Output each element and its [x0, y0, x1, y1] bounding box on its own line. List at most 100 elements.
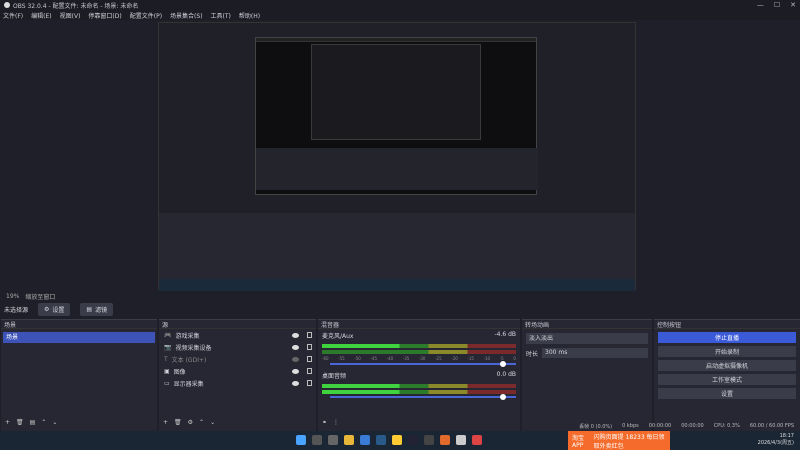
lock-icon[interactable] — [307, 344, 312, 350]
studio-mode-button[interactable]: 工作室模式 — [658, 374, 796, 385]
eye-icon[interactable] — [292, 332, 299, 338]
channel-db: 0.0 dB — [496, 371, 516, 378]
controls-title: 控制按钮 — [657, 321, 682, 329]
filter-icon: ▤ — [86, 305, 93, 313]
promo-brand: 淘宝APP — [572, 434, 585, 449]
volume-meter — [322, 390, 516, 394]
sources-dock: 源 🎮 游戏采集 📷 视频采集设备 T 文本 (GDI+) ▣ 图像 ▭ 显示器采集 + … — [159, 319, 316, 431]
start-icon[interactable] — [296, 435, 306, 445]
channel-db: -4.6 dB — [494, 331, 516, 338]
tick-label: -20 — [451, 356, 458, 361]
tick-label: -10 — [483, 356, 491, 361]
taskview-icon[interactable] — [328, 435, 338, 445]
source-row[interactable]: ▭ 显示器采集 — [159, 377, 316, 389]
menu-profile[interactable]: 配置文件(P) — [130, 11, 162, 20]
system-tray[interactable]: 18:17 2026/4/3(周五) — [758, 433, 794, 447]
eye-icon[interactable] — [292, 356, 299, 362]
tick-label: -15 — [467, 356, 474, 361]
text-icon: T — [164, 355, 168, 363]
close-button[interactable]: ✕ — [790, 1, 796, 9]
source-name: 游戏采集 — [175, 332, 200, 340]
dropped-frames: 丢帧 0 (0.0%) — [579, 423, 613, 430]
zoom-value[interactable]: 19% — [6, 293, 19, 300]
search-icon[interactable] — [312, 435, 322, 445]
nested-menu — [256, 38, 536, 42]
source-name: 视频采集设备 — [175, 344, 212, 352]
volume-meter — [322, 344, 516, 348]
clock-time: 18:17 — [779, 433, 794, 439]
folder-icon[interactable] — [344, 435, 354, 445]
menu-scene-collection[interactable]: 场景集合(S) — [170, 11, 203, 20]
settings-label: 设置 — [52, 306, 65, 314]
eye-icon[interactable] — [292, 344, 299, 350]
eye-icon[interactable] — [292, 368, 299, 374]
settings-button[interactable]: 设置 — [658, 388, 796, 399]
tick-label: 0 — [513, 356, 516, 361]
settings-button[interactable]: ⚙ 设置 — [38, 302, 71, 316]
maximize-button[interactable]: ☐ — [774, 1, 780, 9]
lock-icon[interactable] — [307, 332, 312, 338]
app-icon[interactable] — [392, 435, 402, 445]
window-controls: — ☐ ✕ — [757, 1, 796, 9]
taskbar: 淘宝APP 闪购页面提 18233 每日领取外卖红包 18:17 2026/4/… — [0, 431, 800, 450]
menu-file[interactable]: 文件(F) — [3, 11, 23, 20]
edge-icon[interactable] — [360, 435, 370, 445]
source-row[interactable]: 🎮 游戏采集 — [159, 329, 316, 341]
zoom-mode[interactable]: 缩放至窗口 — [25, 292, 55, 301]
source-name: 显示器采集 — [173, 380, 204, 388]
source-row[interactable]: ▣ 图像 — [159, 365, 316, 377]
menu-tools[interactable]: 工具(T) — [211, 11, 231, 20]
app-icon[interactable] — [472, 435, 482, 445]
nested-dock — [256, 148, 538, 190]
transition-select[interactable]: 淡入淡出 — [526, 333, 648, 344]
menu-help[interactable]: 帮助(H) — [239, 11, 260, 20]
controls-dock: 控制按钮 停止直播 开始录制 启动虚拟摄像机 工作室模式 设置 — [654, 319, 800, 431]
menu-edit[interactable]: 编辑(E) — [31, 11, 51, 20]
duration-input[interactable]: 300 ms — [542, 348, 648, 358]
scenes-title: 场景 — [4, 321, 17, 329]
store-icon[interactable] — [376, 435, 386, 445]
transitions-title: 转场动画 — [525, 321, 550, 329]
menu-docks[interactable]: 停靠窗口(D) — [88, 11, 121, 20]
menu-bar: 文件(F) 编辑(E) 视图(V) 停靠窗口(D) 配置文件(P) 场景集合(S… — [0, 10, 800, 20]
source-row[interactable]: T 文本 (GDI+) — [159, 353, 316, 365]
tick-label: -35 — [402, 356, 410, 361]
promo-banner[interactable]: 淘宝APP 闪购页面提 18233 每日领取外卖红包 — [568, 431, 670, 450]
filters-button[interactable]: ▤ 滤镜 — [80, 302, 114, 316]
stream-time: 00:00:00 — [648, 423, 672, 429]
nested-preview — [159, 23, 635, 213]
minimize-button[interactable]: — — [757, 1, 764, 9]
fps: 60.00 / 60.00 FPS — [749, 423, 794, 429]
gear-icon: ⚙ — [44, 305, 50, 313]
scene-item[interactable]: 场景 — [3, 332, 155, 343]
lock-icon[interactable] — [307, 380, 312, 386]
window-title: OBS 32.0.4 - 配置文件: 未命名 - 场景: 未命名 — [13, 2, 139, 10]
tick-label: -40 — [386, 356, 394, 361]
app-icon[interactable] — [440, 435, 450, 445]
volume-slider[interactable] — [330, 394, 516, 400]
preview-area — [0, 20, 800, 291]
virtual-camera-button[interactable]: 启动虚拟摄像机 — [658, 360, 796, 371]
monitor-icon: ▭ — [164, 379, 170, 387]
stop-streaming-button[interactable]: 停止直播 — [658, 332, 796, 343]
app-icon[interactable] — [424, 435, 434, 445]
start-recording-button[interactable]: 开始录制 — [658, 346, 796, 357]
nested-docks — [159, 213, 635, 279]
eye-icon[interactable] — [292, 380, 299, 386]
mixer-title: 混音器 — [321, 321, 340, 329]
steam-icon[interactable] — [408, 435, 418, 445]
no-source-label: 未选择源 — [4, 306, 29, 314]
source-row[interactable]: 📷 视频采集设备 — [159, 341, 316, 353]
scenes-dock: 场景 场景 + 🗑 ▤ ⌃ ⌄ — [1, 319, 157, 431]
lock-icon[interactable] — [307, 356, 312, 362]
menu-view[interactable]: 视图(V) — [60, 11, 81, 20]
tick-label: -25 — [435, 356, 442, 361]
volume-slider[interactable] — [330, 361, 516, 367]
slider-knob[interactable] — [500, 394, 506, 400]
obs-icon[interactable] — [456, 435, 466, 445]
volume-meter — [322, 384, 516, 388]
slider-knob[interactable] — [500, 361, 506, 367]
lock-icon[interactable] — [307, 368, 312, 374]
status-bar: 丢帧 0 (0.0%) 0 kbps 00:00:00 00:00:00 CPU… — [0, 421, 800, 431]
preview-canvas[interactable] — [158, 22, 636, 291]
